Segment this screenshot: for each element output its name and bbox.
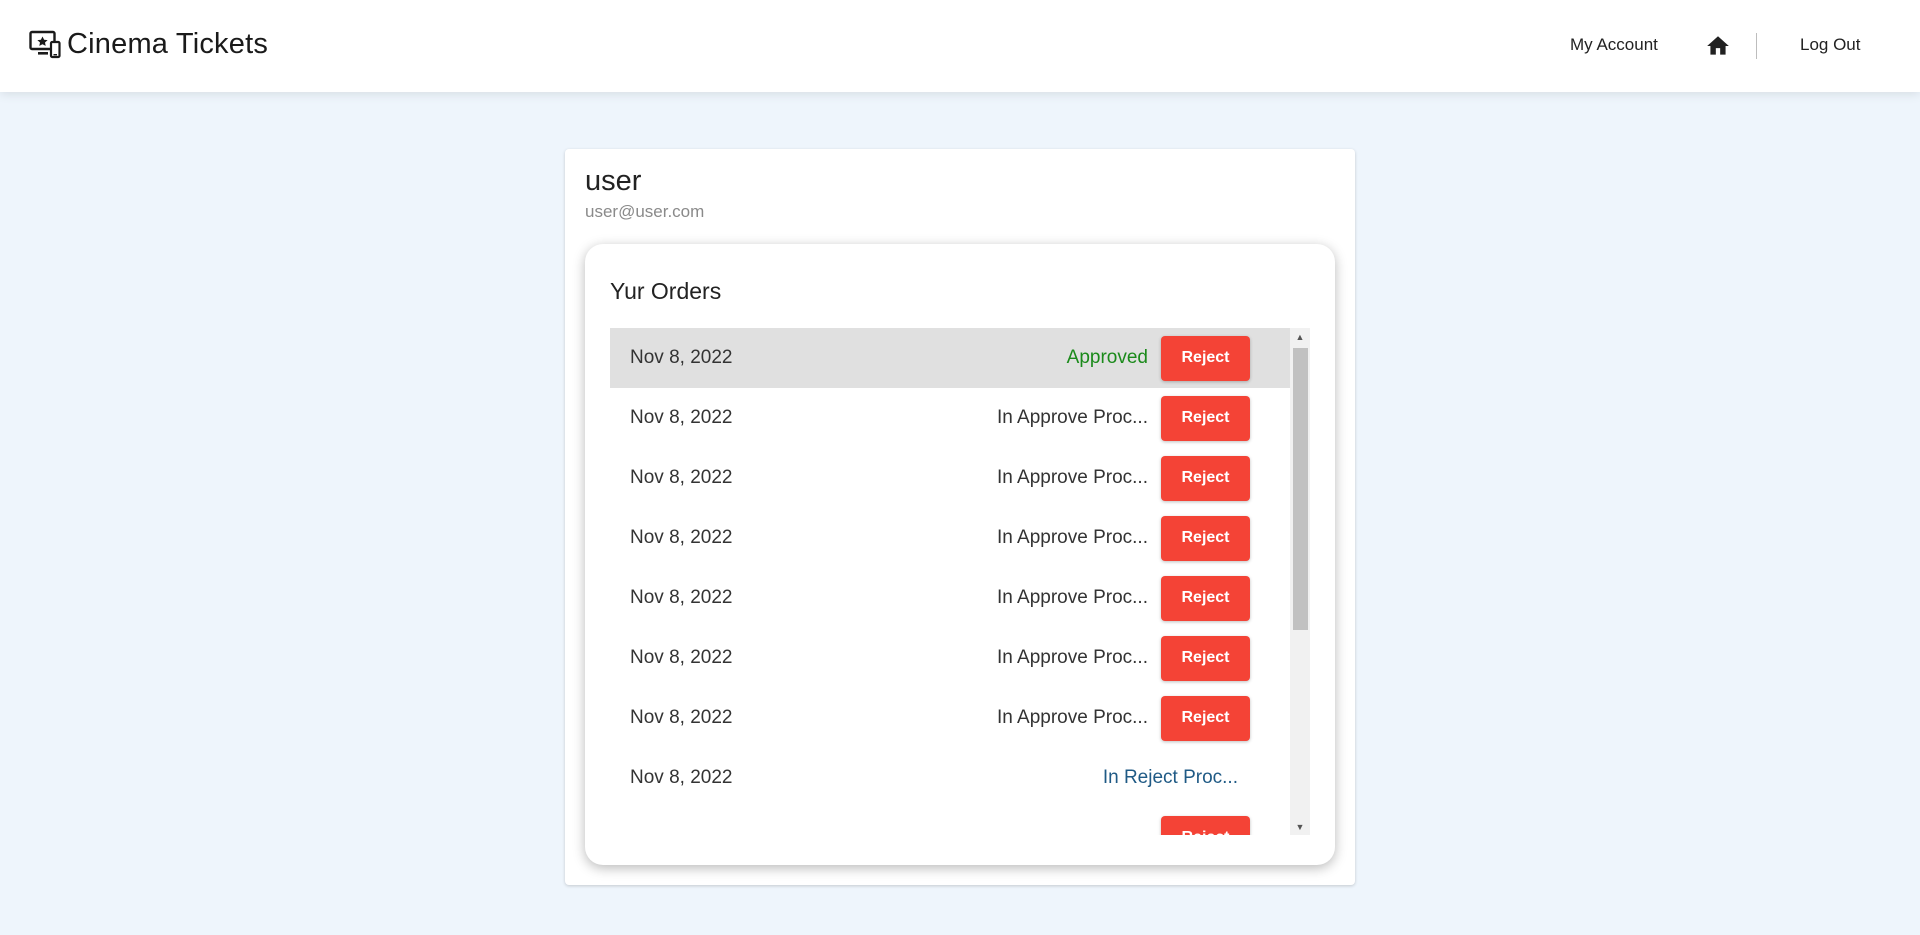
order-status: In Approve Proc... <box>996 527 1148 548</box>
order-date: Nov 8, 2022 <box>630 407 733 428</box>
nav-divider <box>1756 33 1757 59</box>
order-row[interactable]: Nov 8, 2022 In Approve Proc... Reject <box>610 688 1290 748</box>
order-date: Nov 8, 2022 <box>630 647 733 668</box>
order-row[interactable]: Nov 8, 2022 In Approve Proc... Reject <box>610 508 1290 568</box>
app-title: Cinema Tickets <box>67 28 269 60</box>
order-row[interactable]: Nov 8, 2022 In Approve Proc... Reject <box>610 448 1290 508</box>
order-status: In Approve Proc... <box>996 467 1148 488</box>
order-status: In Approve Proc... <box>996 647 1148 668</box>
order-row[interactable]: Nov 8, 2022 Approved Reject <box>610 328 1290 388</box>
order-status: In Approve Proc... <box>996 707 1148 728</box>
reject-button[interactable]: Reject <box>1161 635 1250 681</box>
reject-button[interactable]: Reject <box>1161 815 1250 835</box>
orders-title: Yur Orders <box>610 278 722 304</box>
reject-button[interactable]: Reject <box>1161 575 1250 621</box>
brand[interactable]: Cinema Tickets <box>29 28 268 61</box>
order-status: In Approve Proc... <box>996 407 1148 428</box>
order-status: Approved <box>1066 347 1148 368</box>
logout-link[interactable]: Log Out <box>1800 35 1861 55</box>
home-icon[interactable] <box>1705 33 1731 59</box>
order-row[interactable]: Nov 8, 2022 In Approve Proc... Reject <box>610 388 1290 448</box>
scrollbar-thumb[interactable] <box>1293 348 1308 630</box>
order-row[interactable]: Reject <box>610 808 1290 835</box>
order-date: Nov 8, 2022 <box>630 527 733 548</box>
reject-button[interactable]: Reject <box>1161 395 1250 441</box>
scroll-down-arrow-icon[interactable]: ▼ <box>1290 818 1310 835</box>
user-name: user <box>585 165 642 197</box>
my-account-link[interactable]: My Account <box>1570 35 1658 55</box>
order-date: Nov 8, 2022 <box>630 467 733 488</box>
order-row[interactable]: Nov 8, 2022 In Approve Proc... Reject <box>610 628 1290 688</box>
order-date: Nov 8, 2022 <box>630 347 733 368</box>
top-app-bar: Cinema Tickets My Account Log Out <box>0 0 1920 92</box>
reject-button[interactable]: Reject <box>1161 455 1250 501</box>
order-row[interactable]: Nov 8, 2022 In Reject Proc... <box>610 748 1290 808</box>
order-date: Nov 8, 2022 <box>630 587 733 608</box>
reject-button[interactable]: Reject <box>1161 515 1250 561</box>
orders-card: Yur Orders Nov 8, 2022 Approved Reject Nov … <box>585 244 1335 865</box>
cinema-screen-icon <box>29 30 61 58</box>
profile-card: user user@user.com Yur Orders Nov 8, 202… <box>565 149 1355 885</box>
reject-button[interactable]: Reject <box>1161 695 1250 741</box>
order-date: Nov 8, 2022 <box>630 707 733 728</box>
order-row[interactable]: Nov 8, 2022 In Approve Proc... Reject <box>610 568 1290 628</box>
scroll-up-arrow-icon[interactable]: ▲ <box>1290 328 1310 345</box>
orders-list: Nov 8, 2022 Approved Reject Nov 8, 2022 In A… <box>610 328 1290 835</box>
order-status: In Reject Proc... <box>1102 767 1238 788</box>
reject-button[interactable]: Reject <box>1161 335 1250 381</box>
user-email: user@user.com <box>585 202 705 221</box>
orders-scrollbar[interactable]: ▲ ▼ <box>1290 328 1310 835</box>
order-date: Nov 8, 2022 <box>630 767 733 788</box>
orders-list-viewport[interactable]: Nov 8, 2022 Approved Reject Nov 8, 2022 In A… <box>610 328 1315 835</box>
order-status: In Approve Proc... <box>996 587 1148 608</box>
